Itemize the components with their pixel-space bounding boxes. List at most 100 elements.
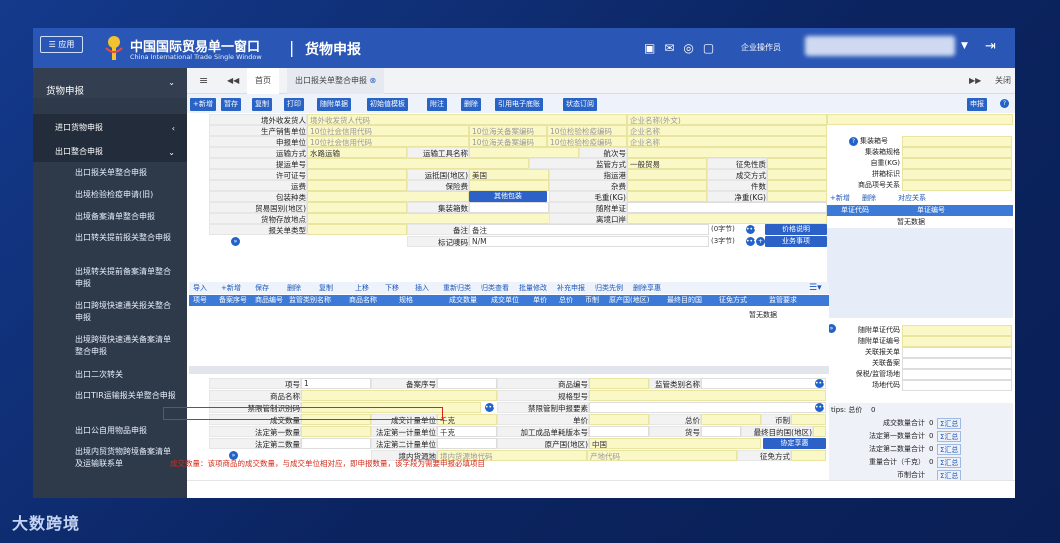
field[interactable]: 10位社会信用代码 — [307, 125, 469, 136]
expand-icon[interactable]: » — [231, 237, 240, 246]
field[interactable]: 10位海关备案编码 — [469, 136, 547, 147]
field[interactable] — [627, 213, 827, 224]
field[interactable] — [307, 191, 469, 202]
field[interactable] — [767, 169, 827, 180]
sum-button[interactable]: Σ汇总 — [937, 457, 962, 468]
field[interactable] — [589, 390, 826, 401]
copy-button[interactable]: 复制 — [252, 98, 272, 111]
next-tab-icon[interactable]: ▶▶ — [969, 68, 981, 94]
field[interactable] — [902, 158, 1012, 169]
field[interactable] — [902, 380, 1012, 391]
field[interactable]: 千克 — [437, 414, 497, 425]
delete-button[interactable]: 删除 — [461, 98, 481, 111]
field[interactable] — [627, 169, 707, 180]
field[interactable] — [307, 169, 407, 180]
sidebar-item[interactable]: 出口公自用物品申报 — [33, 420, 187, 442]
help-icon[interactable]: ? — [1000, 99, 1009, 108]
field[interactable] — [301, 426, 371, 437]
more-icon[interactable]: ••• — [815, 379, 826, 388]
batch-edit-button[interactable]: 批量修改 — [519, 283, 547, 293]
field[interactable] — [902, 180, 1012, 191]
sidebar-item[interactable]: 出口转关提前报关整合申报 — [33, 228, 187, 262]
field[interactable] — [827, 114, 1013, 125]
field[interactable] — [902, 136, 1012, 147]
classify-view-button[interactable]: 归类查看 — [481, 283, 509, 293]
price-desc-button[interactable]: 价格说明 — [765, 224, 827, 235]
field[interactable]: 1 — [301, 378, 371, 389]
field[interactable]: 千克 — [437, 426, 497, 437]
field[interactable] — [469, 180, 549, 191]
more-icon[interactable]: ••• — [815, 403, 826, 412]
e-ledger-button[interactable]: 引用电子底账 — [495, 98, 543, 111]
notes-button[interactable]: 附注 — [427, 98, 447, 111]
field[interactable] — [902, 336, 1012, 347]
menu-icon[interactable]: ≡ — [199, 68, 208, 94]
field[interactable] — [791, 414, 826, 425]
template-button[interactable]: 初始值模板 — [367, 98, 408, 111]
list-icon[interactable]: ☰▾ — [809, 283, 822, 293]
field[interactable] — [307, 224, 407, 235]
sidebar-item[interactable]: 出境检验检疫申请(旧) — [33, 184, 187, 206]
close-operations[interactable]: 关闭操作 — [987, 68, 1015, 111]
sidebar-item[interactable]: 出口二次转关 — [33, 364, 187, 386]
field[interactable] — [627, 202, 827, 213]
sidebar-top[interactable]: 货物申报 ⌄ — [33, 68, 187, 98]
sidebar-item[interactable]: 出境跨境快速通关备案清单整合申报 — [33, 330, 187, 364]
move-up-button[interactable]: 上移 — [355, 283, 369, 293]
delete-link[interactable]: 删除 — [862, 193, 876, 204]
field[interactable] — [627, 147, 827, 158]
header-icons[interactable]: ▣✉◎▢ — [644, 41, 723, 55]
field[interactable] — [902, 325, 1012, 336]
delete-preference-button[interactable]: 删除享惠 — [633, 283, 661, 293]
reclassify-button[interactable]: 重新归类 — [443, 283, 471, 293]
sidebar-group-import[interactable]: 进口货物申报 ‹ — [33, 114, 187, 138]
logout-icon[interactable]: ⇥ — [985, 39, 996, 54]
field[interactable]: 美国 — [469, 169, 549, 180]
field[interactable] — [813, 426, 826, 437]
declare-button[interactable]: 申报 — [967, 98, 987, 111]
field[interactable] — [589, 378, 649, 389]
field[interactable] — [589, 414, 649, 425]
add-icon[interactable]: + — [756, 237, 765, 246]
field[interactable] — [902, 369, 1012, 380]
field[interactable] — [902, 147, 1012, 158]
sum-button[interactable]: Σ汇总 — [937, 431, 962, 442]
scrollbar[interactable] — [189, 366, 829, 374]
link-tab[interactable]: 对应关系 — [895, 193, 929, 204]
save-draft-button[interactable]: 暂存 — [221, 98, 241, 111]
field[interactable]: 企业名称 — [627, 136, 827, 147]
precedent-button[interactable]: 归类先例 — [595, 283, 623, 293]
field[interactable] — [627, 191, 707, 202]
field[interactable] — [791, 450, 826, 461]
field[interactable] — [701, 378, 826, 389]
tab-current[interactable]: 出口报关单整合申报 ⊗ — [287, 68, 385, 94]
field[interactable] — [469, 147, 579, 158]
field[interactable] — [589, 402, 826, 413]
field[interactable] — [701, 414, 761, 425]
sidebar-item[interactable]: 出境转关提前备案清单整合申报 — [33, 262, 187, 296]
apps-button[interactable]: ☰ 应用 — [40, 36, 83, 53]
insert-button[interactable]: 插入 — [415, 283, 429, 293]
more-icon[interactable]: ••• — [746, 237, 757, 246]
business-button[interactable]: 业务事项 — [765, 236, 827, 247]
field[interactable]: N/M — [469, 236, 709, 247]
field[interactable]: 10位检验检疫编码 — [547, 125, 627, 136]
field[interactable] — [767, 158, 827, 169]
field[interactable]: 10位检验检疫编码 — [547, 136, 627, 147]
new-button[interactable]: +新增 — [190, 98, 216, 111]
copy-button[interactable]: 复制 — [319, 283, 333, 293]
more-icon[interactable]: ••• — [746, 225, 757, 234]
field[interactable]: 产地代码 — [587, 450, 737, 461]
subscribe-button[interactable]: 状态订阅 — [563, 98, 597, 111]
sidebar-item[interactable]: 出口报关单整合申报 — [33, 162, 187, 184]
sidebar-group-export[interactable]: 出口整合申报 ⌄ — [33, 138, 187, 162]
print-button[interactable]: 打印 — [284, 98, 304, 111]
field[interactable] — [301, 390, 497, 401]
agreement-button[interactable]: 协定享惠 — [763, 438, 826, 449]
attached-docs-button[interactable]: 随附单据 — [317, 98, 351, 111]
other-pack-button[interactable]: 其他包装 — [469, 191, 547, 202]
field[interactable]: 一般贸易 — [627, 158, 707, 169]
field[interactable] — [307, 158, 529, 169]
field[interactable] — [307, 202, 407, 213]
delete-button[interactable]: 删除 — [287, 283, 301, 293]
